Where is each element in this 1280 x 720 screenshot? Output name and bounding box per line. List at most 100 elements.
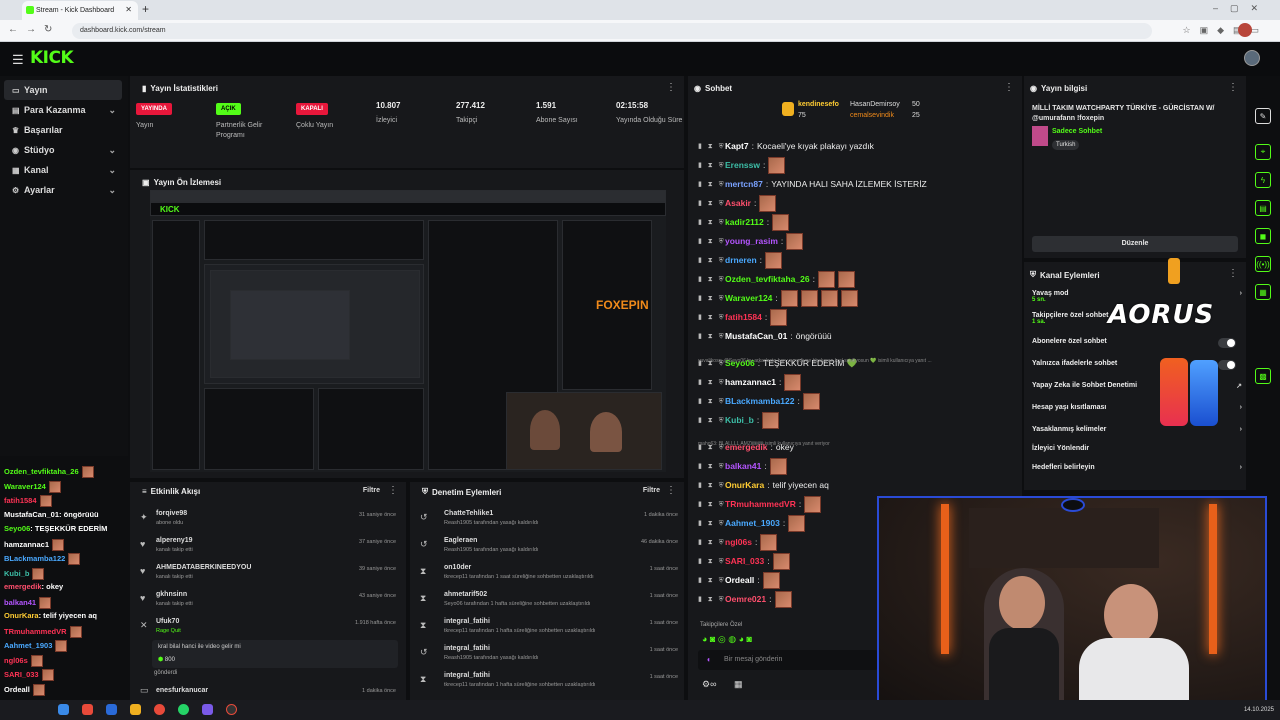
chat-username[interactable]: BLackmamba122: [725, 396, 794, 406]
sidebar-item-para-kazanma[interactable]: ▤ Para Kazanma ⌄: [4, 100, 122, 120]
discord-icon[interactable]: [202, 704, 213, 715]
whatsapp-icon[interactable]: [178, 704, 189, 715]
chat-username[interactable]: hamzannac1: [725, 377, 776, 387]
mod-action-icons[interactable]: ▮ ⧗ ⛨: [698, 576, 724, 585]
chat-username[interactable]: kadir2112: [725, 217, 764, 227]
chat-message[interactable]: ▮ ⧗ ⛨ SARI_033:: [698, 552, 790, 570]
chat-settings-icon[interactable]: ⚙∞: [702, 679, 716, 690]
emote-picker-icon[interactable]: ◖: [706, 655, 711, 664]
chat-message[interactable]: ▮ ⧗ ⛨ balkan41:: [698, 457, 787, 475]
chat-message[interactable]: ▮ ⧗ ⛨ Ordeall:: [698, 571, 780, 589]
new-tab-icon[interactable]: +: [142, 2, 149, 16]
chat-message[interactable]: ▮ ⧗ ⛨ ngl06s:: [698, 533, 778, 551]
chrome-icon[interactable]: [154, 704, 165, 715]
sidebar-item-studyo[interactable]: ◉ Stüdyo ⌄: [4, 140, 122, 160]
broadcast-icon[interactable]: ((•)): [1255, 256, 1271, 272]
mod-action-icons[interactable]: ▮ ⧗ ⛨: [698, 462, 724, 471]
profile-avatar[interactable]: [1238, 23, 1252, 37]
chat-bubble-icon[interactable]: ◼: [1255, 228, 1271, 244]
chat-message[interactable]: ▮ ⧗ ⛨ Oemre021:: [698, 590, 792, 608]
close-tab-icon[interactable]: ✕: [125, 5, 132, 14]
chat-username[interactable]: MustafaCan_01: [725, 331, 787, 341]
subscribers-only-row[interactable]: Abonelere özel sohbet: [1032, 338, 1242, 348]
chat-message[interactable]: ▮ ⧗ ⛨ hamzannac1:: [698, 373, 802, 391]
grid-icon[interactable]: ▩: [1255, 368, 1271, 384]
chat-username[interactable]: Kapt7: [725, 141, 749, 151]
chat-message[interactable]: ▮ ⧗ ⛨ MustafaCan_01: öngörüüü: [698, 328, 832, 344]
goals-row[interactable]: Hedefleri belirleyin ›: [1032, 464, 1242, 471]
more-options-icon[interactable]: ⋮: [666, 485, 676, 496]
pen-icon[interactable]: ✎: [1255, 108, 1271, 124]
window-controls[interactable]: –▢✕: [1213, 3, 1270, 14]
sidebar-item-yayin[interactable]: ▭ Yayın: [4, 80, 122, 100]
chat-message[interactable]: ▮ ⧗ ⛨ TRmuhammedVR:: [698, 495, 822, 513]
mod-action-icons[interactable]: ▮ ⧗ ⛨: [698, 416, 724, 425]
emote-only-toggle[interactable]: [1218, 360, 1236, 370]
chat-username[interactable]: TRmuhammedVR: [725, 499, 796, 509]
more-options-icon[interactable]: ⋮: [1228, 82, 1238, 93]
chat-username[interactable]: ngl06s: [725, 537, 752, 547]
chat-message[interactable]: ▮ ⧗ ⛨ young_rasim:: [698, 232, 804, 250]
chat-username[interactable]: balkan41: [725, 461, 761, 471]
chat-message[interactable]: ▮ ⧗ ⛨ Kapt7: Kocaeli'ye kıyak plakayı yazd…: [698, 138, 874, 154]
subscribers-only-toggle[interactable]: [1218, 338, 1236, 348]
sidebar-item-basarilar[interactable]: ♛ Başarılar: [4, 120, 122, 140]
more-options-icon[interactable]: ⋮: [666, 82, 676, 93]
raid-row[interactable]: İzleyici Yönlendir: [1032, 445, 1242, 452]
more-options-icon[interactable]: ⋮: [388, 485, 398, 496]
mod-action-icons[interactable]: ▮ ⧗ ⛨: [698, 481, 724, 490]
emote-row[interactable]: ◕ ◙ ◎ ◍ ◕ ◙: [702, 634, 882, 646]
chat-username[interactable]: SARI_033: [725, 556, 764, 566]
mod-action-icons[interactable]: ▮ ⧗ ⛨: [698, 500, 724, 509]
chat-username[interactable]: drneren: [725, 255, 757, 265]
mod-action-icons[interactable]: ▮ ⧗ ⛨: [698, 397, 724, 406]
layout-icon[interactable]: ▦: [1255, 284, 1271, 300]
chat-input[interactable]: ◖ Bir mesaj gönderin: [698, 650, 878, 670]
browser-tab[interactable]: Stream - Kick Dashboard ✕: [22, 1, 138, 20]
mod-action-icons[interactable]: ▮ ⧗ ⛨: [698, 313, 724, 322]
chat-message[interactable]: ▮ ⧗ ⛨ BLackmamba122:: [698, 392, 820, 410]
chat-message[interactable]: ▮ ⧗ ⛨ Aahmet_1903:: [698, 514, 806, 532]
chat-username[interactable]: Asakir: [725, 198, 751, 208]
banned-words-row[interactable]: Yasaklanmış kelimeler ›: [1032, 426, 1242, 433]
tool-icon[interactable]: ⌖: [1255, 144, 1271, 160]
mod-action-icons[interactable]: ▮ ⧗ ⛨: [698, 161, 724, 170]
mod-action-icons[interactable]: ▮ ⧗ ⛨: [698, 294, 724, 303]
chat-username[interactable]: Waraver124: [725, 293, 772, 303]
mod-action-icons[interactable]: ▮ ⧗ ⛨: [698, 519, 724, 528]
mod-action-icons[interactable]: ▮ ⧗ ⛨: [698, 378, 724, 387]
edit-button[interactable]: Düzenle: [1032, 236, 1238, 252]
bolt-icon[interactable]: ϟ: [1255, 172, 1271, 188]
chat-username[interactable]: Ozden_tevfiktaha_26: [725, 274, 810, 284]
doc-icon[interactable]: ▤: [1255, 200, 1271, 216]
mod-action-icons[interactable]: ▮ ⧗ ⛨: [698, 256, 724, 265]
chat-username[interactable]: OnurKara: [725, 480, 764, 490]
calendar-icon[interactable]: ▦: [734, 679, 743, 690]
more-options-icon[interactable]: ⋮: [1228, 268, 1238, 279]
stream-preview-video[interactable]: KICK FOXEPIN: [150, 190, 666, 472]
chat-username[interactable]: mertcn87: [725, 179, 763, 189]
chat-username[interactable]: Erenssw: [725, 160, 760, 170]
chat-message[interactable]: ▮ ⧗ ⛨ Erenssw:: [698, 156, 786, 174]
url-field[interactable]: dashboard.kick.com/stream: [72, 23, 1152, 39]
kick-logo[interactable]: KICK: [30, 48, 74, 68]
chat-message[interactable]: ▮ ⧗ ⛨ Kubi_b:: [698, 411, 780, 429]
more-options-icon[interactable]: ⋮: [1004, 82, 1014, 93]
extension-icons[interactable]: ☆▣◆▤▭: [1183, 25, 1269, 36]
filter-button[interactable]: Filtre: [363, 487, 380, 494]
mod-action-icons[interactable]: ▮ ⧗ ⛨: [698, 557, 724, 566]
mod-action-icons[interactable]: ▮ ⧗ ⛨: [698, 237, 724, 246]
mod-action-icons[interactable]: ▮ ⧗ ⛨: [698, 142, 724, 151]
chat-username[interactable]: Aahmet_1903: [725, 518, 780, 528]
chat-username[interactable]: Ordeall: [725, 575, 754, 585]
mod-action-icons[interactable]: ▮ ⧗ ⛨: [698, 199, 724, 208]
mod-action-icons[interactable]: ▮ ⧗ ⛨: [698, 595, 724, 604]
app-icon[interactable]: [58, 704, 69, 715]
menu-icon[interactable]: ☰: [12, 52, 24, 68]
chat-message[interactable]: ▮ ⧗ ⛨ Asakir:: [698, 194, 777, 212]
folder-icon[interactable]: [130, 704, 141, 715]
app-icon[interactable]: [82, 704, 93, 715]
app-icon[interactable]: [106, 704, 117, 715]
mod-action-icons[interactable]: ▮ ⧗ ⛨: [698, 275, 724, 284]
user-avatar[interactable]: [1244, 50, 1260, 66]
